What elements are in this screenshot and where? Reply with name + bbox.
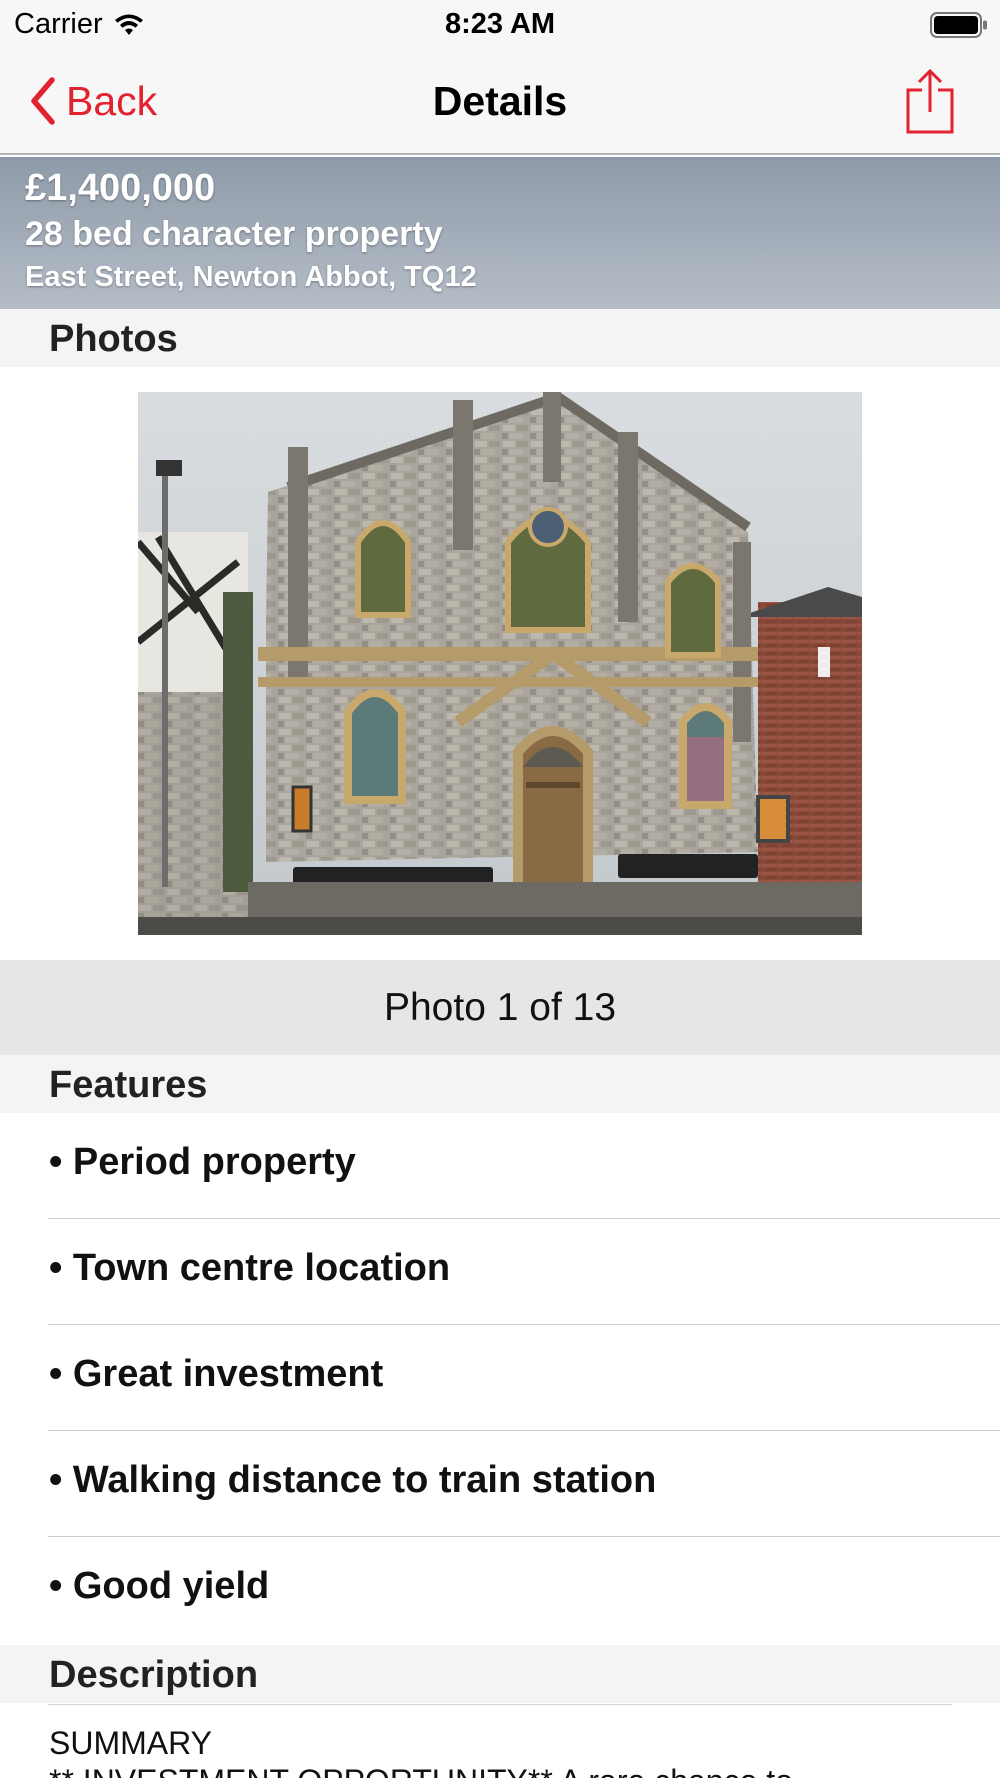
photos-header-label: Photos	[49, 318, 178, 360]
feature-label: • Walking distance to train station	[49, 1459, 657, 1501]
listing-summary: 28 bed character property	[25, 215, 443, 253]
chapel-photo-image	[138, 392, 862, 935]
feature-row: • Town centre location	[0, 1219, 1000, 1325]
listing-price: £1,400,000	[25, 167, 216, 209]
feature-label: • Great investment	[49, 1353, 384, 1395]
feature-row: • Great investment	[0, 1325, 1000, 1431]
battery-icon	[930, 12, 987, 38]
navigation-bar: Back Details	[0, 50, 1000, 155]
features-header-label: Features	[49, 1064, 208, 1106]
description-divider	[48, 1704, 952, 1705]
property-photo[interactable]	[138, 392, 862, 935]
listing-banner: £1,400,000 28 bed character property Eas…	[0, 157, 1000, 309]
feature-label: • Good yield	[49, 1565, 270, 1607]
share-icon[interactable]	[904, 68, 956, 136]
listing-address: East Street, Newton Abbot, TQ12	[25, 261, 477, 293]
feature-row: • Good yield	[0, 1537, 1000, 1643]
description-header-label: Description	[49, 1654, 259, 1696]
description-section-header: Description	[0, 1645, 1000, 1703]
description-line: SUMMARY	[49, 1725, 212, 1761]
clock: 8:23 AM	[444, 8, 556, 40]
photos-section-header: Photos	[0, 309, 1000, 367]
page-title: Details	[432, 78, 568, 124]
feature-row: • Walking distance to train station	[0, 1431, 1000, 1537]
photo-counter: Photo 1 of 13	[0, 960, 1000, 1055]
feature-label: • Period property	[49, 1141, 356, 1183]
features-section-header: Features	[0, 1055, 1000, 1113]
description-line: ** INVESTMENT OPPORTUNITY** A rare chanc…	[49, 1762, 949, 1778]
status-bar: Carrier 8:23 AM	[0, 0, 1000, 50]
feature-label: • Town centre location	[49, 1247, 451, 1289]
description-text: SUMMARY ** INVESTMENT OPPORTUNITY** A ra…	[49, 1724, 949, 1778]
feature-row: • Period property	[0, 1113, 1000, 1219]
